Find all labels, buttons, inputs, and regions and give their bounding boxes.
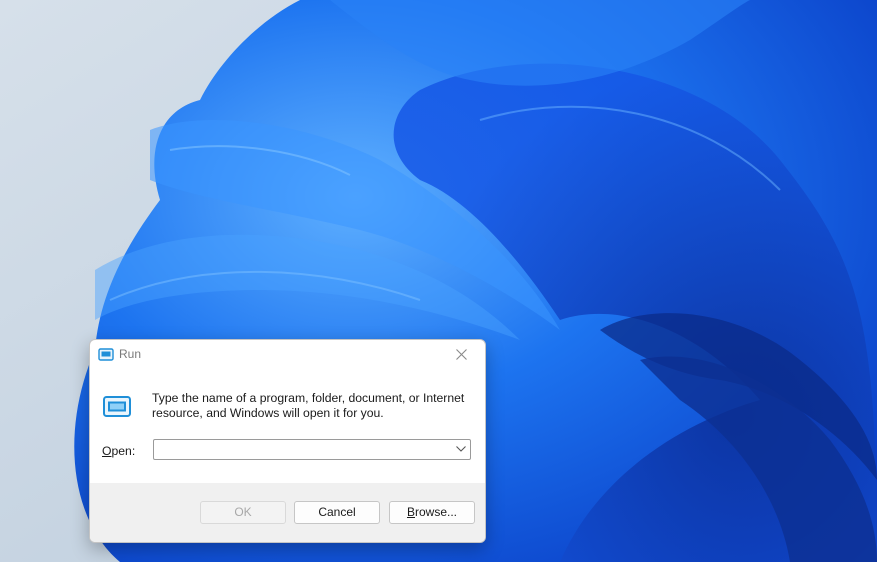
close-button[interactable] (439, 340, 485, 370)
run-icon (102, 395, 132, 419)
cancel-button[interactable]: Cancel (294, 501, 380, 524)
window-title: Run (119, 347, 142, 361)
run-dialog: Run Type the name of a program, folder, … (89, 339, 486, 543)
browse-label-mnemonic: B (406, 505, 415, 519)
open-input[interactable] (156, 441, 450, 458)
close-icon (456, 349, 467, 360)
dropdown-button[interactable] (452, 440, 470, 459)
dialog-description: Type the name of a program, folder, docu… (152, 391, 465, 420)
open-label-text: pen: (111, 444, 136, 458)
browse-button[interactable]: Browse... (389, 501, 475, 524)
ok-button[interactable]: OK (200, 501, 286, 524)
dialog-footer: OK Cancel Browse... (90, 483, 485, 542)
open-label: Open: (102, 444, 135, 458)
chevron-down-icon (456, 446, 466, 452)
title-bar[interactable]: Run (90, 340, 485, 370)
browse-label-text: rowse... (415, 505, 458, 519)
open-combobox[interactable] (153, 439, 471, 460)
run-icon (98, 348, 114, 362)
